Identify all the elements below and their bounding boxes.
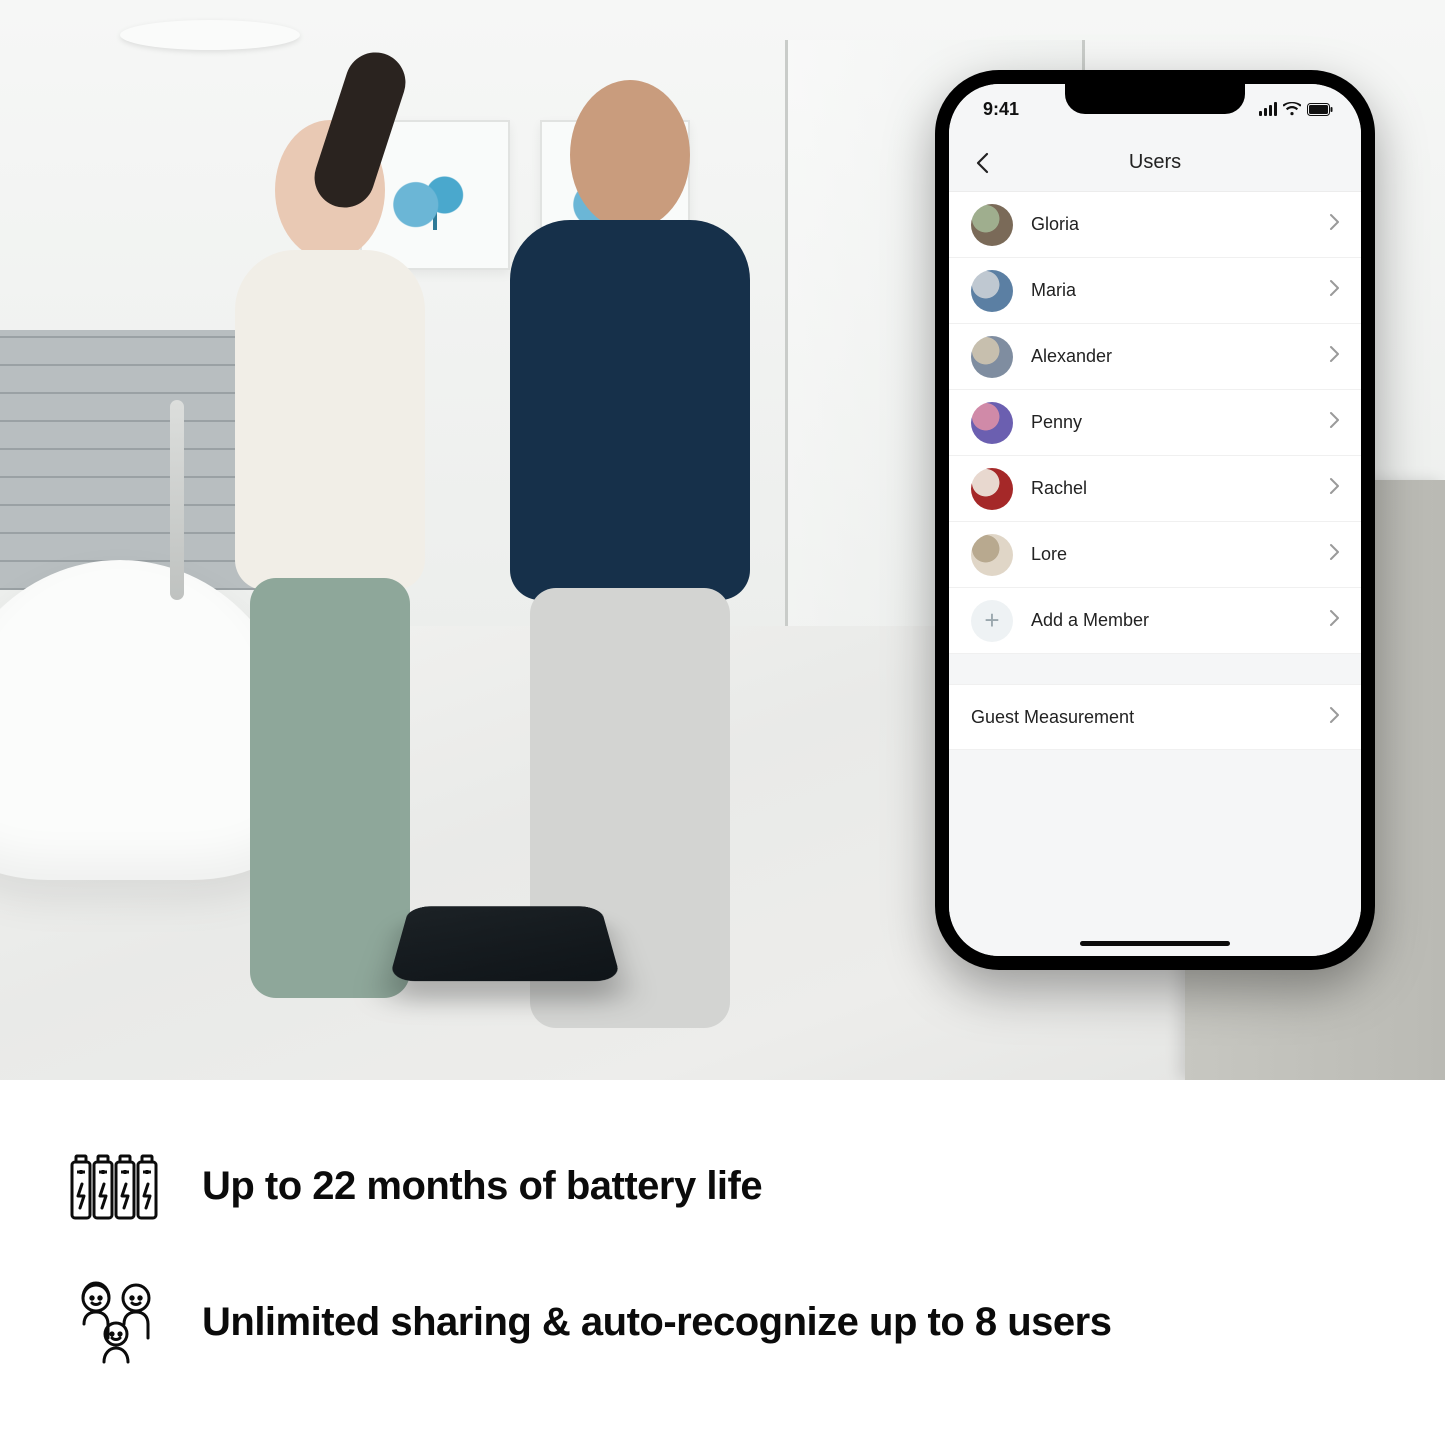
guest-measurement-row[interactable]: Guest Measurement	[949, 684, 1361, 750]
users-list: Gloria Maria Alexander Penny Rachel Lore + Add …	[949, 192, 1361, 654]
add-member-row[interactable]: + Add a Member	[949, 588, 1361, 654]
chevron-right-icon	[1329, 706, 1339, 729]
user-row[interactable]: Lore	[949, 522, 1361, 588]
avatar	[971, 204, 1013, 246]
chevron-right-icon	[1329, 213, 1339, 236]
avatar	[971, 336, 1013, 378]
plus-icon: +	[971, 600, 1013, 642]
user-row[interactable]: Rachel	[949, 456, 1361, 522]
feature-list: Up to 22 months of battery life	[0, 1080, 1445, 1452]
user-name: Lore	[1031, 544, 1329, 565]
wifi-icon	[1283, 102, 1301, 116]
user-name: Gloria	[1031, 214, 1329, 235]
family-icon	[70, 1276, 162, 1368]
chevron-right-icon	[1329, 345, 1339, 368]
user-row[interactable]: Alexander	[949, 324, 1361, 390]
person-man	[480, 80, 780, 1000]
status-time: 9:41	[983, 99, 1019, 120]
user-row[interactable]: Maria	[949, 258, 1361, 324]
smart-scale	[388, 906, 621, 981]
phone-screen: 9:41 Users GloriaMa	[949, 84, 1361, 956]
home-indicator	[1080, 941, 1230, 946]
add-member-label: Add a Member	[1031, 610, 1329, 631]
screen-spacer	[949, 750, 1361, 956]
user-name: Maria	[1031, 280, 1329, 301]
avatar	[971, 270, 1013, 312]
batteries-icon	[70, 1140, 162, 1232]
chevron-right-icon	[1329, 411, 1339, 434]
chevron-right-icon	[1329, 609, 1339, 632]
chevron-right-icon	[1329, 543, 1339, 566]
avatar	[971, 402, 1013, 444]
battery-icon	[1307, 103, 1333, 116]
faucet	[170, 400, 184, 600]
phone-mockup: 9:41 Users GloriaMa	[935, 70, 1375, 970]
person-woman	[200, 120, 460, 1000]
feature-sharing-text: Unlimited sharing & auto-recognize up to…	[202, 1300, 1111, 1345]
chevron-right-icon	[1329, 279, 1339, 302]
chevron-left-icon	[975, 152, 989, 174]
user-row[interactable]: Penny	[949, 390, 1361, 456]
guest-label: Guest Measurement	[971, 707, 1329, 728]
avatar	[971, 534, 1013, 576]
ceiling-light	[120, 20, 300, 50]
phone-notch	[1065, 84, 1245, 114]
cellular-icon	[1259, 102, 1277, 116]
section-gap	[949, 654, 1361, 684]
nav-header: Users	[949, 134, 1361, 192]
avatar	[971, 468, 1013, 510]
user-row[interactable]: Gloria	[949, 192, 1361, 258]
page-title: Users	[949, 151, 1361, 174]
feature-battery-text: Up to 22 months of battery life	[202, 1164, 762, 1209]
hero-photo: 9:41 Users GloriaMa	[0, 0, 1445, 1080]
back-button[interactable]	[967, 148, 997, 178]
feature-sharing: Unlimited sharing & auto-recognize up to…	[70, 1276, 1375, 1368]
feature-battery: Up to 22 months of battery life	[70, 1140, 1375, 1232]
status-icons	[1259, 102, 1333, 116]
user-name: Penny	[1031, 412, 1329, 433]
user-name: Rachel	[1031, 478, 1329, 499]
chevron-right-icon	[1329, 477, 1339, 500]
user-name: Alexander	[1031, 346, 1329, 367]
